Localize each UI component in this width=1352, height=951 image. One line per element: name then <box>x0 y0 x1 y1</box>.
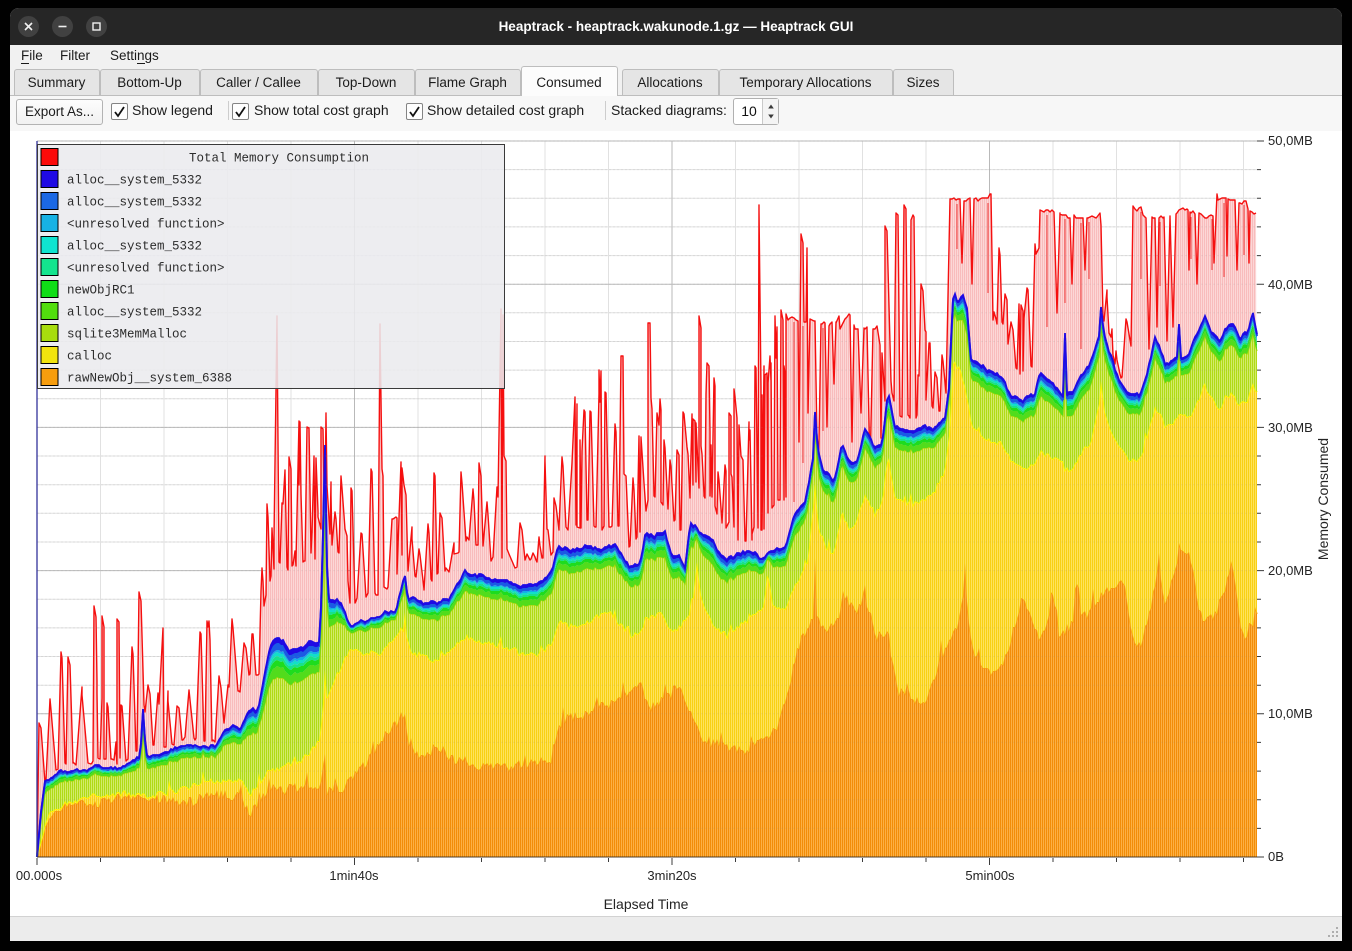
svg-text:30,0MB: 30,0MB <box>1268 420 1313 435</box>
svg-text:<unresolved function>: <unresolved function> <box>67 262 225 276</box>
svg-text:3min20s: 3min20s <box>647 868 697 883</box>
svg-text:50,0MB: 50,0MB <box>1268 133 1313 148</box>
svg-text:alloc__system_5332: alloc__system_5332 <box>67 174 202 188</box>
svg-text:5min00s: 5min00s <box>965 868 1015 883</box>
svg-text:10,0MB: 10,0MB <box>1268 706 1313 721</box>
svg-text:Elapsed Time: Elapsed Time <box>604 896 689 912</box>
svg-text:sqlite3MemMalloc: sqlite3MemMalloc <box>67 328 187 342</box>
svg-text:0B: 0B <box>1268 849 1284 864</box>
svg-text:<unresolved function>: <unresolved function> <box>67 218 225 232</box>
svg-text:40,0MB: 40,0MB <box>1268 277 1313 292</box>
svg-text:calloc: calloc <box>67 350 112 364</box>
svg-text:alloc__system_5332: alloc__system_5332 <box>67 306 202 320</box>
svg-text:alloc__system_5332: alloc__system_5332 <box>67 196 202 210</box>
svg-text:Memory Consumed: Memory Consumed <box>1315 438 1331 560</box>
svg-text:Total Memory Consumption: Total Memory Consumption <box>189 152 369 166</box>
svg-text:00.000s: 00.000s <box>16 868 63 883</box>
svg-text:newObjRC1: newObjRC1 <box>67 284 135 298</box>
svg-text:20,0MB: 20,0MB <box>1268 563 1313 578</box>
svg-text:alloc__system_5332: alloc__system_5332 <box>67 240 202 254</box>
svg-text:rawNewObj__system_6388: rawNewObj__system_6388 <box>67 372 232 386</box>
svg-text:1min40s: 1min40s <box>329 868 379 883</box>
